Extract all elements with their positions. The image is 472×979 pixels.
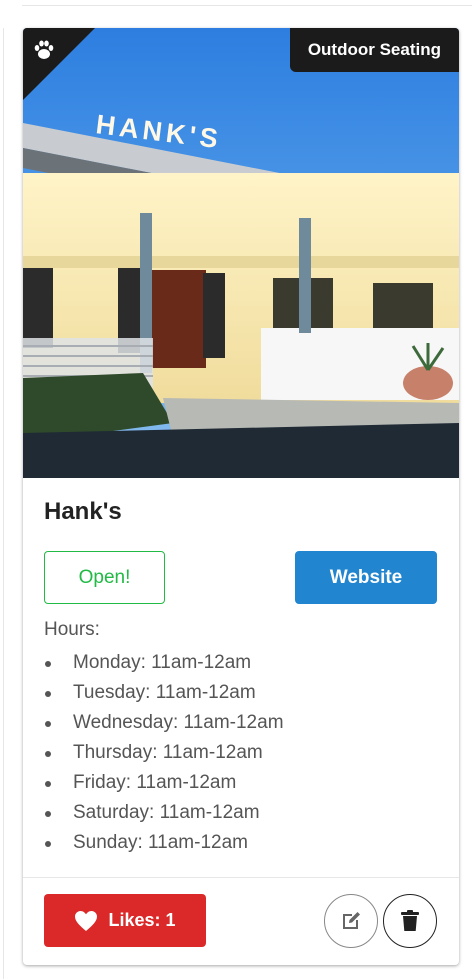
paw-icon — [34, 40, 54, 59]
restaurant-title: Hank's — [44, 498, 122, 525]
trash-icon — [401, 910, 419, 931]
hours-item: Monday: 11am-12am — [44, 648, 284, 678]
hours-list: Monday: 11am-12am Tuesday: 11am-12am Wed… — [44, 648, 284, 858]
hours-item: Sunday: 11am-12am — [44, 828, 284, 858]
outdoor-seating-tag: Outdoor Seating — [289, 28, 459, 72]
likes-button[interactable]: Likes: 1 — [44, 894, 206, 947]
heart-icon — [75, 910, 98, 931]
hours-item: Saturday: 11am-12am — [44, 798, 284, 828]
hours-label: Hours: — [44, 619, 100, 640]
card-divider — [23, 877, 459, 878]
website-button[interactable]: Website — [295, 551, 437, 604]
hours-item: Tuesday: 11am-12am — [44, 678, 284, 708]
likes-label: Likes: 1 — [108, 910, 176, 930]
delete-button[interactable] — [383, 894, 437, 948]
hours-item: Friday: 11am-12am — [44, 768, 284, 798]
restaurant-card: HANK'S Outdoor Seating Hank's Open! Webs… — [23, 28, 459, 965]
edit-icon — [343, 912, 360, 929]
page-edge — [0, 28, 4, 979]
page-edge — [22, 0, 472, 6]
hours-item: Wednesday: 11am-12am — [44, 708, 284, 738]
edit-button[interactable] — [324, 894, 378, 948]
hours-item: Thursday: 11am-12am — [44, 738, 284, 768]
open-status-button[interactable]: Open! — [44, 551, 165, 604]
